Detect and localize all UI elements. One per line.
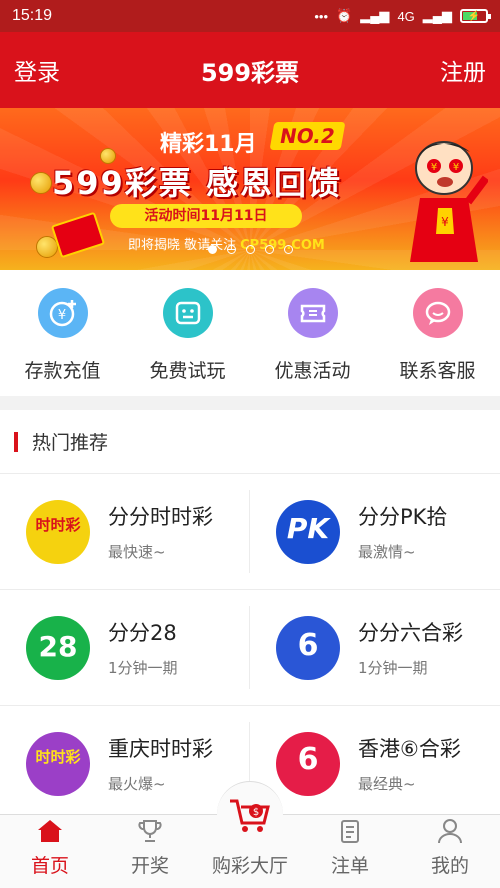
free-trial-label: 免费试玩 xyxy=(149,360,226,382)
more-icon: ••• xyxy=(314,8,329,24)
chat-icon xyxy=(412,288,463,338)
tab-home[interactable]: 首页 xyxy=(0,815,100,888)
section-accent-bar xyxy=(14,431,18,452)
svg-text:¥: ¥ xyxy=(431,162,437,173)
game-tagline: 最经典~ xyxy=(358,775,416,793)
alarm-icon: ⏰ xyxy=(336,8,353,23)
pagination-dot[interactable] xyxy=(283,245,293,254)
game-logo-icon: 时时彩 xyxy=(26,499,90,564)
game-name: 重庆时时彩 xyxy=(108,737,213,761)
status-icons: ••• ⏰ ▂▄▆ 4G ▂▄▆ ⚡ xyxy=(314,8,491,24)
tab-lottery-hall[interactable]: $ 购彩大厅 xyxy=(200,781,300,888)
svg-text:¥: ¥ xyxy=(441,215,449,229)
trophy-icon xyxy=(135,817,165,845)
game-logo-icon: 6 xyxy=(276,615,340,680)
tab-label: 购彩大厅 xyxy=(211,855,288,877)
game-tile[interactable]: PK 分分PK拾最激情~ xyxy=(250,474,500,590)
user-icon xyxy=(435,817,465,845)
svg-text:$: $ xyxy=(253,807,259,818)
tab-label: 我的 xyxy=(430,855,469,877)
game-tagline: 1分钟一期 xyxy=(358,659,428,677)
game-tile[interactable]: 时时彩 重庆时时彩最火爆~ xyxy=(0,706,250,822)
customer-service-action[interactable]: 联系客服 xyxy=(375,270,500,396)
pagination-dot[interactable] xyxy=(226,245,236,254)
customer-service-label: 联系客服 xyxy=(399,360,476,382)
home-icon xyxy=(35,817,65,845)
game-tile[interactable]: 6 香港⑥合彩最经典~ xyxy=(250,706,500,822)
status-bar: 15:19 ••• ⏰ ▂▄▆ 4G ▂▄▆ ⚡ xyxy=(0,0,500,32)
gamepad-icon xyxy=(162,288,213,338)
tab-results[interactable]: 开奖 xyxy=(100,815,200,888)
game-tagline: 1分钟一期 xyxy=(108,659,178,677)
game-tagline: 最快速~ xyxy=(108,543,166,561)
banner-headline: 599彩票 感恩回馈 xyxy=(52,164,342,202)
banner-line1: 精彩11月 xyxy=(160,132,257,157)
promotions-action[interactable]: 优惠活动 xyxy=(250,270,375,396)
game-tagline: 最火爆~ xyxy=(108,775,166,793)
app-title: 599彩票 xyxy=(200,58,300,87)
game-tagline: 最激情~ xyxy=(358,543,416,561)
banner-pagination xyxy=(0,245,500,254)
hot-section: 热门推荐 时时彩 分分时时彩最快速~ PK 分分PK拾最激情~ 28 分分28 1… xyxy=(0,410,500,822)
promotions-label: 优惠活动 xyxy=(274,360,351,382)
network-label: 4G xyxy=(397,8,415,24)
banner-date-pill: 活动时间11月11日 xyxy=(110,204,302,228)
clipboard-icon xyxy=(335,817,365,845)
game-name: 分分28 xyxy=(108,621,177,645)
game-logo-icon: 时时彩 xyxy=(26,731,90,796)
game-logo-icon: 28 xyxy=(26,615,90,680)
login-button[interactable]: 登录 xyxy=(14,53,60,87)
quick-actions: ¥ 存款充值 免费试玩 优惠活动 联系客服 xyxy=(0,270,500,396)
banner-badge: NO.2 xyxy=(269,122,346,150)
game-logo-text: 时时彩 xyxy=(35,747,81,766)
pagination-dot[interactable] xyxy=(264,245,274,254)
tab-label: 注单 xyxy=(330,855,369,877)
game-tile[interactable]: 28 分分28 1分钟一期 xyxy=(0,590,250,706)
cart-icon: $ xyxy=(217,781,283,847)
hot-section-header: 热门推荐 xyxy=(0,410,500,474)
deposit-label: 存款充值 xyxy=(24,360,101,382)
game-logo-icon: PK xyxy=(276,499,340,564)
tab-profile[interactable]: 我的 xyxy=(400,815,500,888)
game-tile[interactable]: 6 分分六合彩 1分钟一期 xyxy=(250,590,500,706)
yuan-icon: ¥ xyxy=(37,288,88,338)
tab-label: 首页 xyxy=(30,855,69,877)
tab-orders[interactable]: 注单 xyxy=(300,815,400,888)
svg-text:¥: ¥ xyxy=(57,308,65,323)
game-name: 分分PK拾 xyxy=(358,505,448,529)
game-logo-text: 6 xyxy=(297,741,319,777)
pagination-dot[interactable] xyxy=(245,245,255,254)
game-name: 分分时时彩 xyxy=(108,505,213,529)
game-grid: 时时彩 分分时时彩 最快速~ PK 分分PK拾 最激情~ 28 分分28 1分钟一期 … xyxy=(0,474,500,822)
svg-text:¥: ¥ xyxy=(453,162,459,173)
deposit-action[interactable]: ¥ 存款充值 xyxy=(0,270,125,396)
app-header: 登录 599彩票 注册 xyxy=(0,32,500,108)
game-logo-text: PK xyxy=(286,511,330,545)
wifi-signal-icon: ▂▄▆ xyxy=(422,8,452,23)
promo-banner[interactable]: 精彩11月 NO.2 599彩票 感恩回馈 活动时间11月11日 即将揭晓 敬请… xyxy=(0,108,500,270)
hot-section-title: 热门推荐 xyxy=(32,432,109,454)
register-button[interactable]: 注册 xyxy=(440,53,486,87)
pagination-dot[interactable] xyxy=(207,245,217,254)
game-logo-text: 6 xyxy=(297,627,319,663)
game-logo-icon: 6 xyxy=(276,731,340,796)
tab-label: 开奖 xyxy=(130,855,169,877)
status-time: 15:19 xyxy=(12,7,53,24)
coin-icon xyxy=(30,172,52,194)
ticket-icon xyxy=(287,288,338,338)
game-logo-text: 28 xyxy=(38,629,78,663)
game-name: 香港⑥合彩 xyxy=(358,737,461,761)
free-trial-action[interactable]: 免费试玩 xyxy=(125,270,250,396)
game-name: 分分六合彩 xyxy=(358,621,463,645)
signal-icon: ▂▄▆ xyxy=(360,8,390,23)
battery-icon: ⚡ xyxy=(460,9,491,23)
bottom-tab-bar: 首页 开奖 $ 购彩大厅 注单 我的 xyxy=(0,781,500,888)
game-logo-text: 时时彩 xyxy=(35,515,81,534)
game-tile[interactable]: 时时彩 分分时时彩最快速~ xyxy=(0,474,250,590)
